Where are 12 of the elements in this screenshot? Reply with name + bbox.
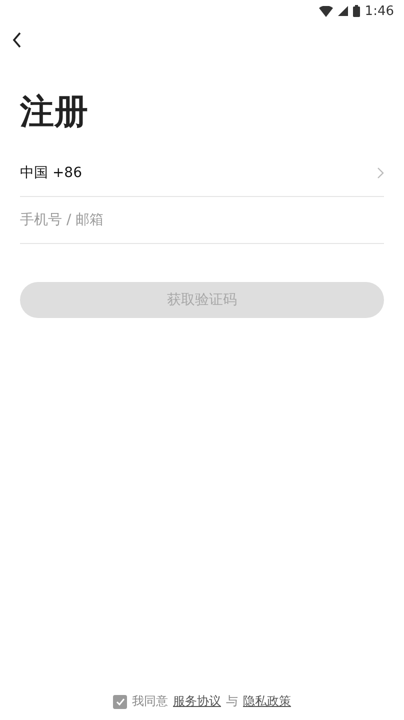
battery-icon	[352, 5, 360, 17]
agree-text: 我同意	[132, 693, 168, 710]
page-title: 注册	[20, 92, 89, 132]
agree-checkbox[interactable]	[113, 694, 127, 708]
conjunction-text: 与	[226, 693, 238, 710]
signal-icon	[338, 6, 348, 16]
privacy-link[interactable]: 隐私政策	[243, 693, 291, 710]
terms-link[interactable]: 服务协议	[173, 693, 221, 710]
chevron-right-icon	[377, 167, 384, 179]
wifi-icon	[318, 6, 333, 16]
status-time: 1:46	[364, 4, 394, 18]
checkmark-icon	[116, 698, 124, 706]
